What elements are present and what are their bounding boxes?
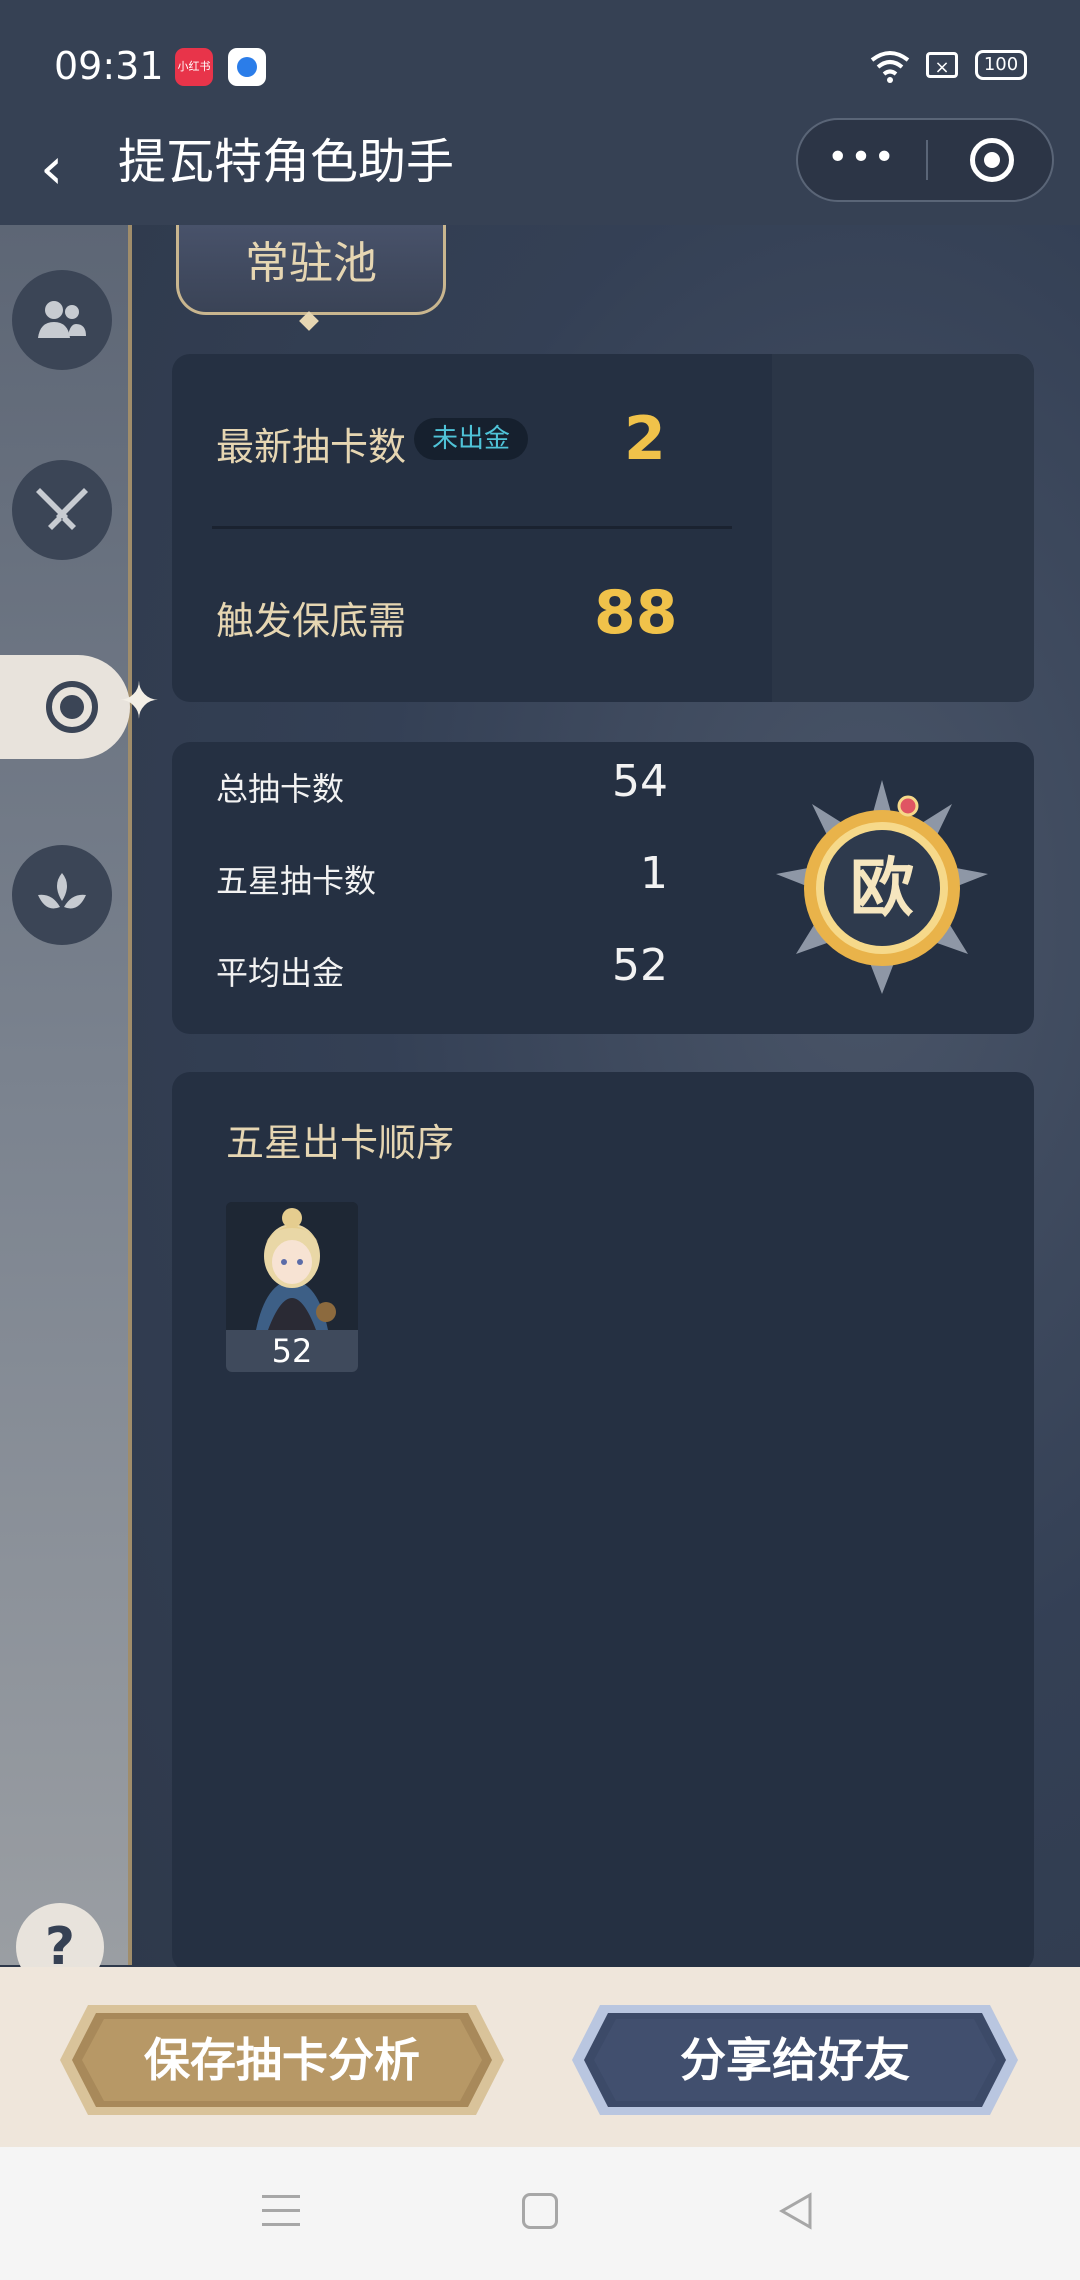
status-badge: 未出金 — [414, 418, 529, 460]
card-divider — [212, 526, 732, 529]
users-icon — [38, 301, 86, 338]
five-star-order-card: 五星出卡顺序 52 — [172, 1072, 1034, 1972]
home-icon[interactable] — [522, 2193, 558, 2229]
wish-target-icon — [46, 681, 98, 733]
wifi-icon — [868, 48, 912, 92]
back-icon[interactable]: ‹ — [40, 138, 80, 198]
sim-card-icon: × — [926, 52, 958, 78]
save-analysis-label: 保存抽卡分析 — [144, 2033, 420, 2087]
share-to-friends-button[interactable]: 分享给好友 — [570, 1997, 1020, 2123]
side-item-characters[interactable] — [12, 270, 112, 370]
back-triangle-icon[interactable] — [776, 2191, 816, 2231]
menu-icon[interactable] — [262, 2195, 300, 2229]
five-star-pulls-value: 1 — [640, 848, 668, 899]
stats-card: 总抽卡数 54 五星抽卡数 1 平均出金 52 欧 — [172, 742, 1034, 1034]
sparkle-icon: ✦ — [118, 672, 160, 730]
leaf-icon — [38, 873, 86, 909]
pity-summary-card: 最新抽卡数 未出金 2 触发保底需 88 — [172, 354, 1034, 702]
crossed-swords-icon — [36, 488, 88, 530]
browser-app-icon — [228, 48, 266, 86]
pool-banner: 常驻池 — [176, 225, 446, 315]
side-item-weapons[interactable] — [12, 460, 112, 560]
xiaohongshu-icon: 小红书 — [175, 48, 213, 86]
pity-needed-label: 触发保底需 — [216, 599, 407, 643]
latest-pulls-label: 最新抽卡数 — [216, 425, 407, 469]
total-pulls-value: 54 — [612, 756, 668, 807]
action-bar: 保存抽卡分析 分享给好友 — [0, 1967, 1080, 2147]
five-star-order-title: 五星出卡顺序 — [226, 1121, 455, 1165]
close-mini-program-icon[interactable] — [970, 138, 1014, 182]
average-gold-label: 平均出金 — [216, 954, 345, 992]
mini-program-capsule: ••• — [796, 118, 1054, 202]
luck-badge-text: 欧 — [850, 852, 914, 926]
side-navigation: ? — [0, 225, 132, 1991]
latest-pulls-value: 2 — [624, 404, 666, 474]
more-menu-button[interactable]: ••• — [798, 120, 926, 200]
luck-badge: 欧 — [776, 780, 988, 994]
pool-label: 常驻池 — [245, 238, 377, 289]
share-to-friends-label: 分享给好友 — [680, 2033, 910, 2087]
character-portrait — [226, 1202, 358, 1330]
card-shade — [772, 354, 1034, 702]
page-title: 提瓦特角色助手 — [118, 134, 455, 190]
battery-indicator: 100 — [975, 50, 1027, 80]
status-time: 09:31 — [54, 44, 164, 88]
five-star-pulls-label: 五星抽卡数 — [216, 862, 377, 900]
side-item-wish-active[interactable] — [0, 655, 130, 759]
side-item-artifacts[interactable] — [12, 845, 112, 945]
average-gold-value: 52 — [612, 940, 668, 991]
navigation-bar: ‹ 提瓦特角色助手 ••• — [0, 118, 1080, 225]
total-pulls-label: 总抽卡数 — [216, 770, 345, 808]
save-analysis-button[interactable]: 保存抽卡分析 — [58, 1997, 506, 2123]
capsule-divider — [926, 140, 928, 180]
character-pull-count: 52 — [226, 1330, 358, 1372]
status-bar: 09:31 小红书 × 100 — [0, 0, 1080, 130]
pity-needed-value: 88 — [594, 578, 678, 648]
character-card[interactable]: 52 — [226, 1202, 358, 1372]
system-navigation-bar — [0, 2147, 1080, 2280]
